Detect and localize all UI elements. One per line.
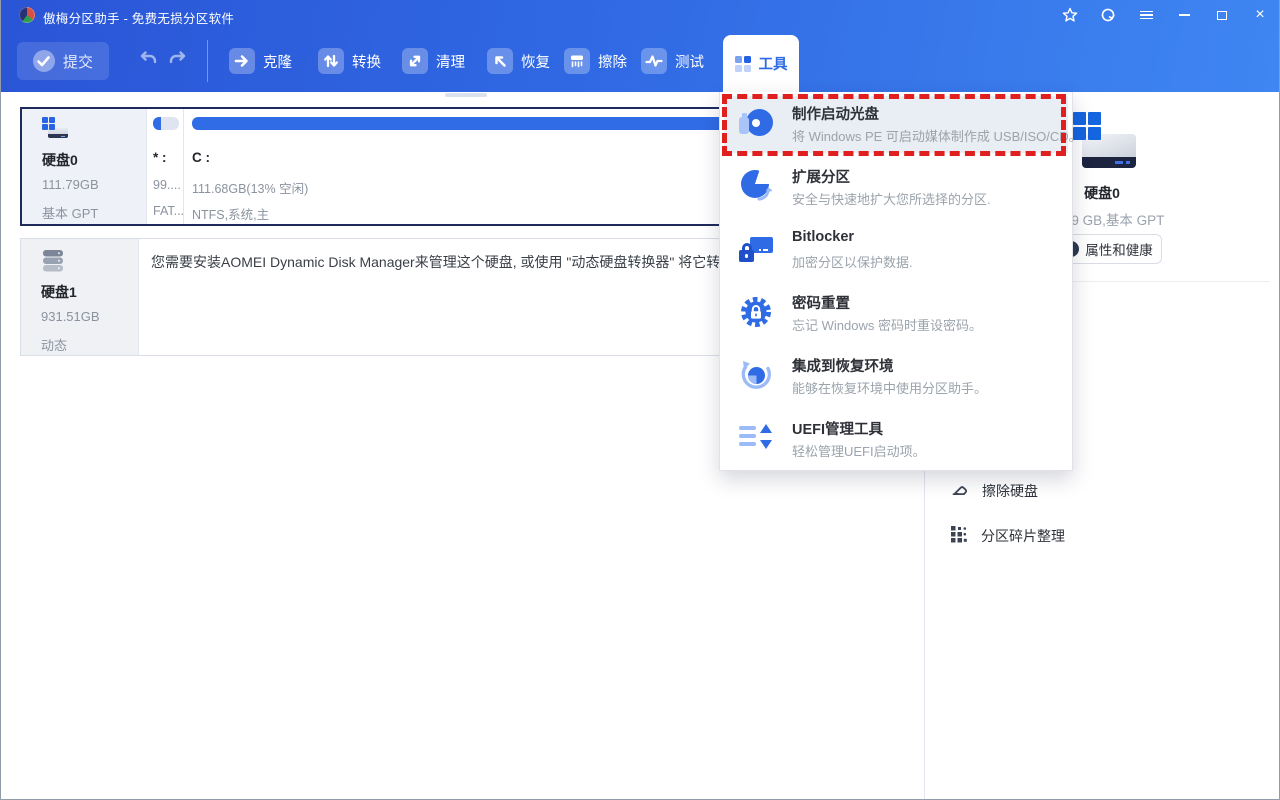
disk0-size: 111.79GB — [42, 177, 99, 192]
menu-item-title: UEFI管理工具 — [792, 418, 883, 439]
menu-item-subtitle: 能够在恢复环境中使用分区助手。 — [792, 378, 987, 397]
extend-partition-icon — [739, 169, 773, 203]
toolbar-wipe-label: 擦除 — [598, 51, 627, 72]
toolbar-recover-label: 恢复 — [521, 51, 550, 72]
disk1-name: 硬盘1 — [41, 282, 77, 302]
sync-icon — [1100, 7, 1116, 23]
menu-item-subtitle: 忘记 Windows 密码时重设密码。 — [792, 315, 982, 334]
tab-tools[interactable]: 工具 — [723, 35, 799, 92]
dynamic-disk-icon — [41, 249, 65, 279]
undo-button[interactable] — [135, 46, 161, 74]
maximize-button[interactable] — [1207, 1, 1237, 29]
menu-item-title: 扩展分区 — [792, 166, 850, 187]
splitter-handle[interactable] — [445, 93, 487, 97]
partition-star-label: * : — [153, 150, 167, 165]
maximize-icon — [1217, 11, 1227, 20]
partition-block-star[interactable]: * : 99.... FAT... — [147, 109, 184, 224]
favorite-button[interactable] — [1055, 1, 1085, 29]
titlebar[interactable]: 傲梅分区助手 - 免费无损分区软件 — [1, 0, 1279, 30]
toolbar-convert-label: 转换 — [352, 51, 381, 72]
toolbar-divider — [207, 40, 208, 82]
action-defrag-label: 分区碎片整理 — [981, 526, 1065, 546]
password-reset-icon — [739, 295, 773, 329]
apply-button[interactable]: 提交 — [17, 42, 109, 80]
partition-c-label: C : — [192, 150, 210, 165]
partition-usage-bar — [153, 117, 179, 130]
minimize-icon — [1179, 14, 1190, 16]
menu-item-title: 集成到恢复环境 — [792, 355, 894, 376]
convert-icon — [318, 48, 344, 74]
menu-item-recovery-environment[interactable]: 集成到恢复环境 能够在恢复环境中使用分区助手。 — [720, 344, 1072, 407]
wipe-icon — [564, 48, 590, 74]
action-erase-disk-label: 擦除硬盘 — [982, 481, 1038, 501]
menu-item-subtitle: 轻松管理UEFI启动项。 — [792, 441, 926, 460]
minimize-button[interactable] — [1169, 1, 1199, 29]
redo-button[interactable] — [165, 46, 191, 74]
app-logo-icon — [19, 7, 35, 23]
erase-disk-icon — [950, 480, 969, 503]
app-window: 傲梅分区助手 - 免费无损分区软件 — [0, 0, 1280, 800]
properties-health-label: 属性和健康 — [1085, 239, 1153, 259]
update-button[interactable] — [1093, 1, 1123, 29]
redo-icon — [168, 50, 188, 71]
toolbar-convert-button[interactable]: 转换 — [318, 46, 381, 76]
tools-dropdown-menu: 制作启动光盘 将 Windows PE 可启动媒体制作成 USB/ISO/CD。… — [719, 92, 1073, 471]
partition-c-size: 111.68GB(13% 空闲) — [192, 178, 308, 197]
recover-icon — [487, 48, 513, 74]
menu-item-subtitle: 安全与快速地扩大您所选择的分区. — [792, 189, 991, 208]
window-title: 傲梅分区助手 - 免费无损分区软件 — [43, 8, 234, 27]
close-button[interactable]: × — [1245, 1, 1275, 29]
highlight-dashed-box — [722, 94, 1066, 156]
menu-item-title: Bitlocker — [792, 229, 854, 245]
partition-star-fs: FAT... — [153, 204, 184, 218]
toolbar-test-label: 测试 — [675, 51, 704, 72]
close-icon: × — [1255, 7, 1264, 23]
toolbar-clean-button[interactable]: 清理 — [402, 46, 465, 76]
tab-tools-label: 工具 — [759, 53, 788, 74]
hamburger-icon — [1140, 9, 1153, 22]
header: 傲梅分区助手 - 免费无损分区软件 — [1, 0, 1279, 92]
menu-item-title: 密码重置 — [792, 292, 850, 313]
toolbar-test-button[interactable]: 测试 — [641, 46, 704, 76]
partition-c-fs: NTFS,系统,主 — [192, 204, 269, 223]
disk1-size: 931.51GB — [41, 309, 100, 324]
action-defrag[interactable]: 分区碎片整理 — [950, 525, 1065, 547]
partition-star-size: 99.... — [153, 178, 181, 192]
selected-disk-icon — [1073, 112, 1137, 172]
disk0-name: 硬盘0 — [42, 150, 78, 170]
main-menu-button[interactable] — [1131, 1, 1161, 29]
undo-icon — [138, 50, 158, 71]
toolbar-clean-label: 清理 — [436, 51, 465, 72]
apply-label: 提交 — [63, 51, 93, 72]
disk0-type: 基本 GPT — [42, 203, 98, 222]
clean-icon — [402, 48, 428, 74]
menu-item-password-reset[interactable]: 密码重置 忘记 Windows 密码时重设密码。 — [720, 281, 1072, 344]
test-icon — [641, 48, 667, 74]
defrag-icon — [950, 525, 968, 548]
recovery-env-icon — [739, 358, 773, 392]
toolbar-clone-label: 克隆 — [263, 51, 292, 72]
menu-item-extend-partition[interactable]: 扩展分区 安全与快速地扩大您所选择的分区. — [720, 155, 1072, 218]
toolbar-recover-button[interactable]: 恢复 — [487, 46, 550, 76]
menu-item-uefi-manager[interactable]: UEFI管理工具 轻松管理UEFI启动项。 — [720, 407, 1072, 470]
tools-grid-icon — [735, 56, 751, 72]
check-circle-icon — [33, 50, 55, 72]
toolbar-clone-button[interactable]: 克隆 — [229, 46, 292, 76]
star-icon — [1062, 7, 1078, 23]
menu-item-subtitle: 加密分区以保护数据. — [792, 252, 913, 271]
main-content: 硬盘0 111.79GB 基本 GPT * : 99.... FAT... C … — [2, 92, 1279, 799]
uefi-tool-icon — [739, 421, 773, 455]
toolbar-wipe-button[interactable]: 擦除 — [564, 46, 627, 76]
disk0-header-cell[interactable]: 硬盘0 111.79GB 基本 GPT — [22, 109, 147, 224]
disk-icon — [42, 117, 70, 143]
disk1-header-cell[interactable]: 硬盘1 931.51GB 动态 — [21, 239, 139, 355]
disk1-type: 动态 — [41, 335, 67, 354]
bitlocker-icon — [739, 232, 773, 266]
action-erase-disk[interactable]: 擦除硬盘 — [950, 480, 1038, 502]
clone-icon — [229, 48, 255, 74]
menu-item-bitlocker[interactable]: Bitlocker 加密分区以保护数据. — [720, 218, 1072, 281]
